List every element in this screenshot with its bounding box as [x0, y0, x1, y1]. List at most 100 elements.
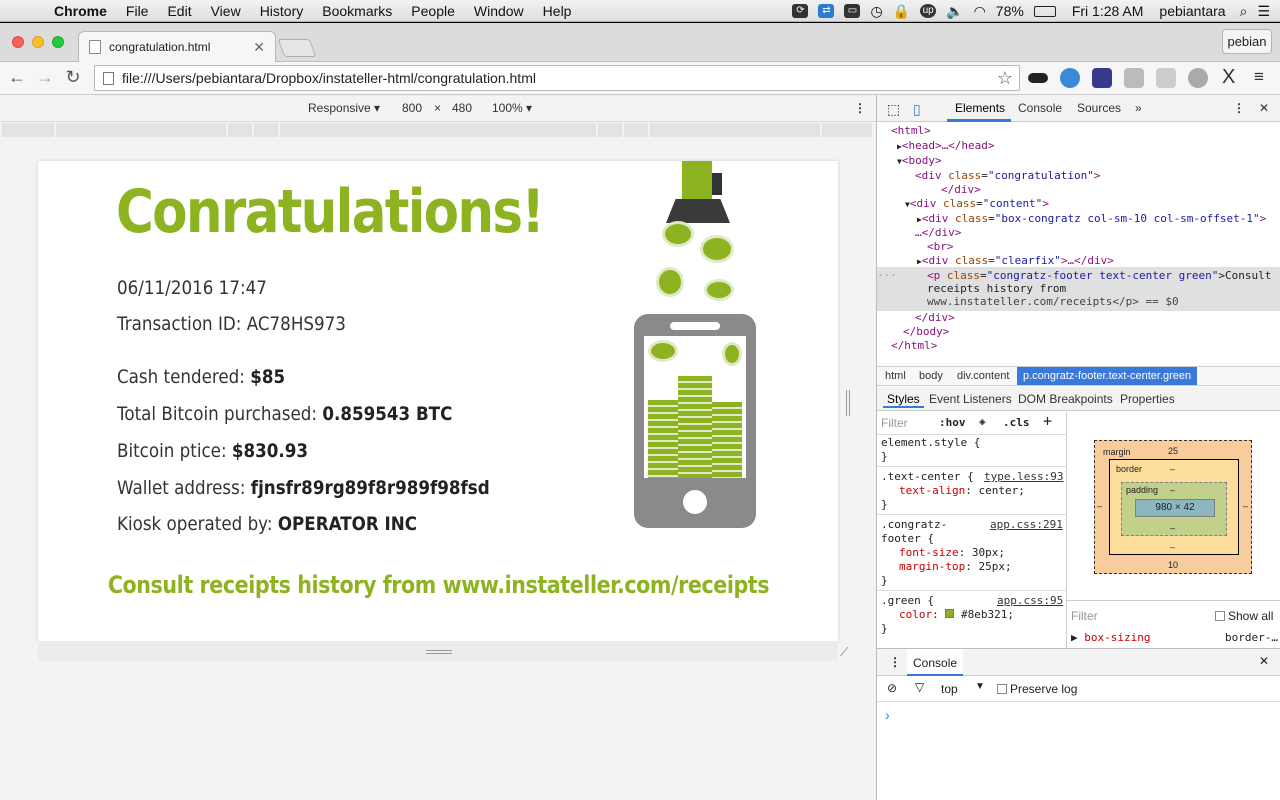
- computed-row[interactable]: ▶ box-sizing: [1071, 631, 1150, 644]
- context-select[interactable]: top: [941, 682, 958, 696]
- upwork-icon[interactable]: up: [920, 4, 937, 18]
- menu-file[interactable]: File: [126, 3, 149, 19]
- profile-button[interactable]: pebian: [1222, 29, 1272, 54]
- address-bar[interactable]: file:///Users/pebiantara/Dropbox/instate…: [94, 65, 1020, 91]
- show-all-toggle[interactable]: Show all: [1215, 609, 1273, 623]
- border-bottom-value[interactable]: –: [1170, 542, 1175, 552]
- filter-icon[interactable]: ▽: [915, 680, 924, 694]
- subtab-event-listeners[interactable]: Event Listeners: [929, 392, 1012, 406]
- style-source-link[interactable]: type.less:93: [984, 470, 1063, 484]
- forward-icon[interactable]: →: [34, 67, 56, 88]
- margin-top-value[interactable]: 25: [1168, 446, 1178, 456]
- dom-node[interactable]: </div>: [941, 183, 981, 197]
- dom-node[interactable]: ▶<div class="box-congratz col-sm-10 col-…: [917, 212, 1266, 227]
- media-query-ruler[interactable]: [0, 123, 876, 137]
- lock-icon[interactable]: 🔒: [893, 3, 910, 20]
- device-more-icon[interactable]: ⋮: [854, 101, 866, 115]
- margin-bottom-value[interactable]: 10: [1168, 560, 1178, 570]
- color-format-icon[interactable]: ◈: [979, 415, 986, 429]
- console-prompt-icon[interactable]: ›: [885, 707, 890, 723]
- border-top-value[interactable]: –: [1170, 464, 1175, 474]
- style-declaration[interactable]: margin-top: 25px;: [899, 560, 1012, 574]
- resize-handle-bottom[interactable]: [426, 650, 452, 654]
- menu-people[interactable]: People: [411, 3, 455, 19]
- preserve-log-checkbox[interactable]: Preserve log: [997, 682, 1077, 696]
- dom-node[interactable]: </body>: [903, 325, 949, 339]
- eyedropper-ext-icon[interactable]: [1156, 68, 1176, 88]
- cls-toggle[interactable]: .cls: [1003, 416, 1030, 430]
- crumb-selected-p[interactable]: p.congratz-footer.text-center.green: [1017, 367, 1198, 385]
- zoom-window-button[interactable]: [52, 36, 64, 48]
- padding-top-value[interactable]: –: [1170, 485, 1175, 495]
- clock[interactable]: Fri 1:28 AM: [1072, 3, 1144, 19]
- zoom-select[interactable]: 100% ▾: [492, 101, 532, 115]
- new-rule-icon[interactable]: +: [1043, 414, 1052, 429]
- dom-node[interactable]: …</div>: [915, 226, 961, 240]
- dom-node[interactable]: ▶<head>…</head>: [897, 139, 995, 154]
- notification-center-icon[interactable]: ☰: [1257, 3, 1270, 20]
- close-window-button[interactable]: [12, 36, 24, 48]
- dom-node[interactable]: <p class="congratz-footer text-center gr…: [927, 269, 1271, 283]
- sync-icon[interactable]: ⟳: [792, 4, 809, 18]
- crumb-div-content[interactable]: div.content: [957, 370, 1009, 382]
- width-input[interactable]: 800: [402, 101, 422, 115]
- margin-left-value[interactable]: –: [1097, 501, 1102, 511]
- device-toggle-icon[interactable]: ▯: [913, 101, 921, 118]
- menu-bookmarks[interactable]: Bookmarks: [322, 3, 392, 19]
- dom-node[interactable]: </div>: [915, 311, 955, 325]
- menu-view[interactable]: View: [211, 3, 241, 19]
- style-source-link[interactable]: app.css:291: [990, 518, 1063, 532]
- minimize-window-button[interactable]: [32, 36, 44, 48]
- menu-window[interactable]: Window: [474, 3, 524, 19]
- drawer-close-icon[interactable]: ✕: [1259, 654, 1269, 668]
- reload-icon[interactable]: ↻: [62, 67, 84, 88]
- menu-edit[interactable]: Edit: [167, 3, 191, 19]
- style-declaration[interactable]: text-align: center;: [899, 484, 1025, 498]
- new-tab-button[interactable]: [277, 39, 317, 57]
- clear-console-icon[interactable]: ⊘: [887, 681, 897, 695]
- menu-history[interactable]: History: [260, 3, 304, 19]
- tab-sources[interactable]: Sources: [1077, 101, 1121, 115]
- resize-handle-right[interactable]: [846, 390, 850, 416]
- dom-node[interactable]: </html>: [891, 339, 937, 353]
- margin-right-value[interactable]: –: [1243, 501, 1248, 511]
- style-declaration[interactable]: font-size: 30px;: [899, 546, 1005, 560]
- subtab-styles[interactable]: Styles: [883, 389, 924, 408]
- x-ext-icon[interactable]: X: [1222, 66, 1235, 89]
- user-name[interactable]: pebiantara: [1159, 3, 1225, 19]
- context-dropdown-icon[interactable]: ▼: [975, 681, 985, 692]
- hov-toggle[interactable]: :hov: [939, 416, 966, 430]
- time-machine-icon[interactable]: ◷: [870, 3, 882, 20]
- computed-filter-input[interactable]: Filter: [1071, 609, 1098, 623]
- menu-app[interactable]: Chrome: [54, 3, 107, 19]
- tab-elements[interactable]: Elements: [955, 101, 1005, 115]
- dom-node[interactable]: <html>: [891, 124, 931, 138]
- padding-bottom-value[interactable]: –: [1170, 523, 1175, 533]
- menu-help[interactable]: Help: [543, 3, 572, 19]
- off-ext-icon[interactable]: [1188, 68, 1208, 88]
- more-tabs-icon[interactable]: »: [1135, 101, 1142, 115]
- display-icon[interactable]: ▭: [844, 4, 861, 18]
- globe-ext-icon[interactable]: [1060, 68, 1080, 88]
- color-swatch[interactable]: [945, 609, 955, 618]
- style-source-link[interactable]: app.css:95: [997, 594, 1063, 608]
- bookmark-star-icon[interactable]: ☆: [997, 68, 1013, 89]
- camera-ext-icon[interactable]: [1124, 68, 1144, 88]
- drawer-menu-icon[interactable]: ⋮: [889, 655, 901, 669]
- back-icon[interactable]: ←: [6, 67, 28, 88]
- crumb-body[interactable]: body: [919, 370, 943, 382]
- teamviewer-icon[interactable]: ⇄: [818, 4, 835, 18]
- drawer-tab-console[interactable]: Console: [907, 649, 964, 676]
- tab-congratulation[interactable]: congratulation.html ✕: [78, 31, 276, 62]
- spotlight-icon[interactable]: ⌕: [1240, 3, 1248, 20]
- devtools-close-icon[interactable]: ✕: [1259, 101, 1269, 115]
- dom-node[interactable]: ▼<div class="content">: [905, 197, 1049, 212]
- device-mode-select[interactable]: Responsive ▾: [308, 101, 380, 115]
- tab-console[interactable]: Console: [1018, 101, 1062, 115]
- dom-node[interactable]: <br>: [927, 240, 954, 254]
- subtab-dom-breakpoints[interactable]: DOM Breakpoints: [1018, 392, 1113, 406]
- subtab-properties[interactable]: Properties: [1120, 392, 1175, 406]
- style-declaration[interactable]: color: #8eb321;: [899, 608, 1014, 622]
- chrome-menu-icon[interactable]: ≡: [1254, 67, 1264, 87]
- inspect-element-icon[interactable]: ⬚: [887, 101, 900, 118]
